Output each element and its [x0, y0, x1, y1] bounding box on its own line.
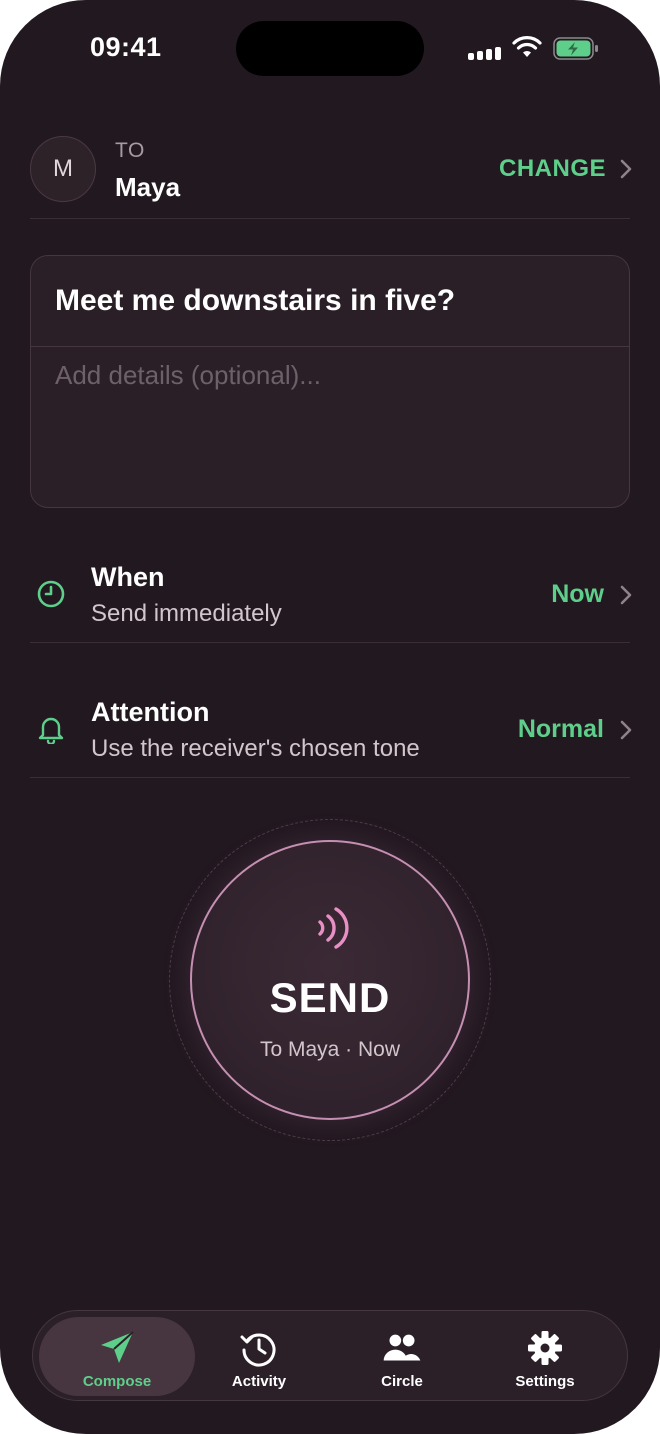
- card-divider: [31, 346, 629, 347]
- chevron-right-icon: [620, 585, 632, 604]
- to-label: TO: [115, 139, 145, 162]
- dynamic-island: [236, 21, 424, 76]
- status-time: 09:41: [90, 32, 162, 62]
- attention-subtitle: Use the receiver's chosen tone: [91, 735, 420, 762]
- when-value[interactable]: Now: [551, 580, 632, 609]
- tab-bar: Compose Activity Circle Settings: [32, 1310, 628, 1401]
- attention-value[interactable]: Normal: [518, 715, 632, 744]
- divider: [30, 777, 630, 778]
- tab-label: Circle: [381, 1373, 423, 1390]
- chevron-right-icon: [620, 159, 632, 179]
- chevron-right-icon: [620, 720, 632, 739]
- wifi-icon: [512, 36, 542, 57]
- message-title[interactable]: Meet me downstairs in five?: [55, 284, 455, 318]
- tab-circle[interactable]: Circle: [324, 1317, 480, 1396]
- details-input[interactable]: [55, 360, 607, 490]
- tab-label: Activity: [231, 1373, 287, 1390]
- tab-activity[interactable]: Activity: [181, 1317, 337, 1396]
- when-title: When: [91, 562, 165, 592]
- tab-label: Settings: [515, 1373, 575, 1390]
- change-label: CHANGE: [498, 155, 606, 182]
- divider: [30, 218, 630, 219]
- attention-value-label: Normal: [517, 715, 604, 743]
- send-button[interactable]: SEND To Maya · Now: [190, 840, 470, 1120]
- avatar: M: [30, 136, 96, 202]
- message-card: Meet me downstairs in five?: [30, 255, 630, 508]
- when-subtitle: Send immediately: [91, 600, 282, 627]
- clock-icon: [37, 580, 65, 608]
- phone-screen: 09:41 M TO Maya CHANGE Meet me downstair…: [0, 0, 660, 1434]
- send-label: SEND: [269, 974, 391, 1021]
- attention-title: Attention: [91, 697, 210, 727]
- paper-plane-icon: [101, 1331, 134, 1363]
- bell-icon: [38, 717, 64, 744]
- change-recipient-button[interactable]: CHANGE: [499, 155, 632, 183]
- cellular-signal-icon: [468, 40, 502, 60]
- divider: [30, 642, 630, 643]
- history-clock-icon: [240, 1333, 276, 1367]
- tab-compose[interactable]: Compose: [39, 1317, 195, 1396]
- when-value-label: Now: [551, 580, 604, 608]
- people-icon: [383, 1334, 421, 1361]
- signal-waves-icon: [318, 907, 349, 949]
- recipient-name: Maya: [115, 172, 181, 202]
- tab-label: Compose: [82, 1373, 152, 1390]
- send-subtitle: To Maya · Now: [259, 1038, 401, 1061]
- battery-charging-icon: [553, 37, 598, 60]
- gear-icon: [528, 1331, 562, 1365]
- tab-settings[interactable]: Settings: [467, 1317, 623, 1396]
